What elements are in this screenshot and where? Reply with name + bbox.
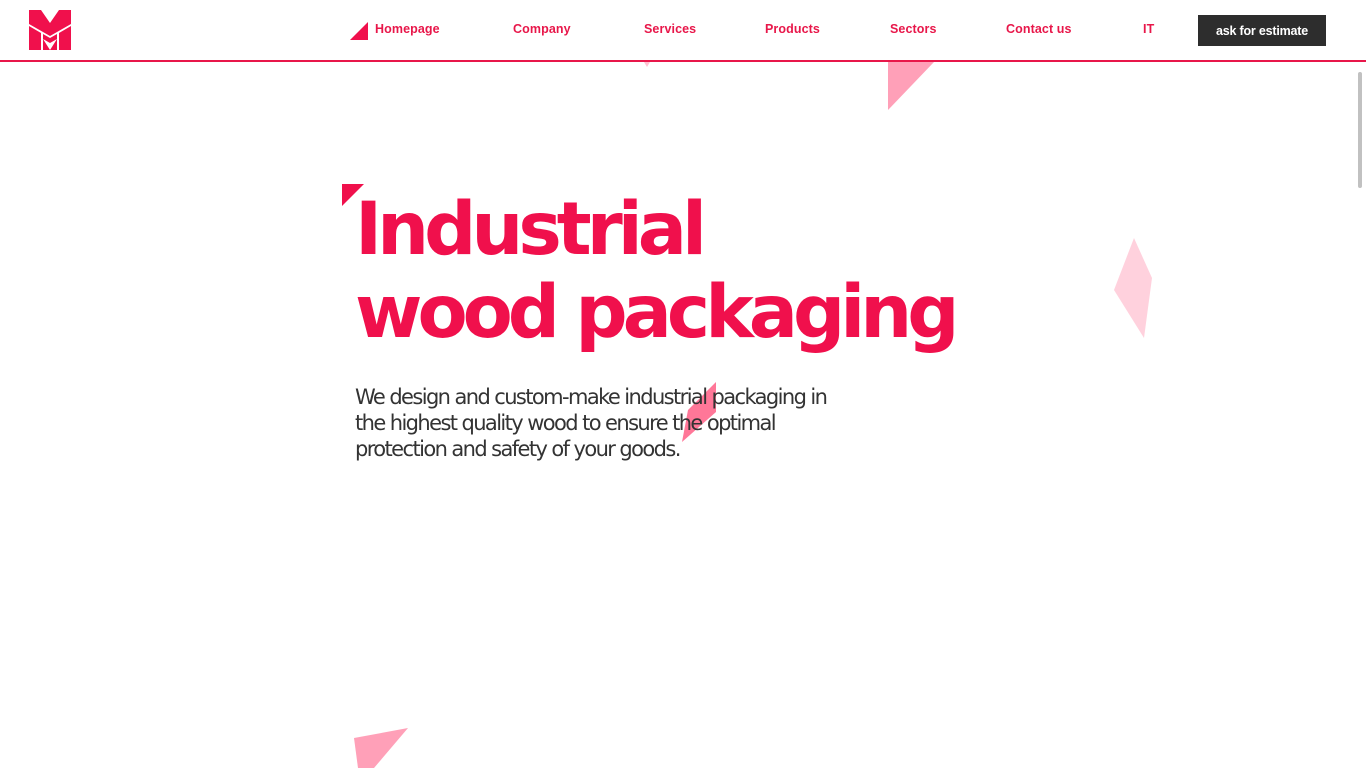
ask-for-estimate-button[interactable]: ask for estimate [1198, 15, 1326, 46]
hero-title-line-2: wood packaging [355, 270, 960, 355]
site-header: Homepage Company Services Products Secto… [0, 0, 1366, 62]
language-switch-it[interactable]: IT [1143, 22, 1154, 36]
scrollbar[interactable] [1354, 62, 1366, 768]
nav-item-products[interactable]: Products [765, 22, 820, 36]
hero-subtitle: We design and custom-make industrial pac… [355, 385, 828, 461]
nav-item-services[interactable]: Services [644, 22, 696, 36]
nav-item-company[interactable]: Company [513, 22, 571, 36]
decorative-shard-bottom [354, 728, 408, 768]
hero-title: Industrial wood packaging [355, 187, 960, 355]
nav-item-sectors[interactable]: Sectors [890, 22, 937, 36]
decorative-shard-top [888, 62, 934, 110]
page: Homepage Company Services Products Secto… [0, 0, 1366, 768]
hero-title-line-1: Industrial [355, 187, 707, 272]
decorative-shard-small [644, 62, 650, 67]
scrollbar-thumb[interactable] [1358, 72, 1362, 188]
main-nav: Homepage Company Services Products Secto… [0, 0, 1366, 60]
active-marker-icon [350, 22, 368, 40]
nav-item-homepage[interactable]: Homepage [375, 22, 440, 36]
decorative-shard-right [1114, 238, 1152, 338]
nav-item-contact-us[interactable]: Contact us [1006, 22, 1072, 36]
